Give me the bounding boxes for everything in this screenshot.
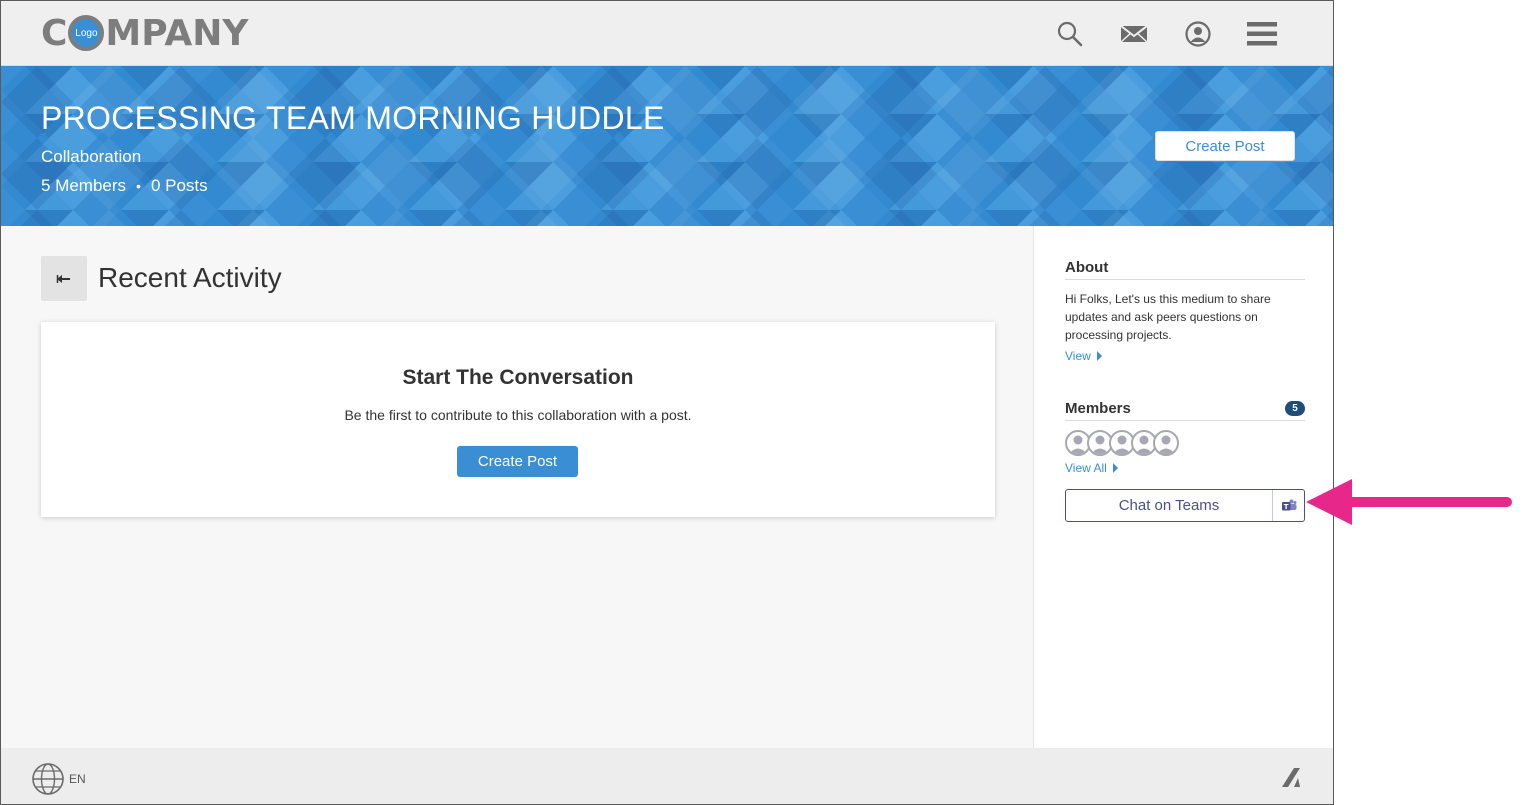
chat-on-teams-label: Chat on Teams [1066,490,1273,521]
empty-state-title: Start The Conversation [402,366,634,389]
back-arrow-icon [56,274,70,283]
collaboration-title: PROCESSING TEAM MORNING HUDDLE [41,100,665,136]
back-button[interactable] [41,256,87,301]
company-logo[interactable]: C Logo MPANY [41,12,249,54]
members-view-all-label: View All [1065,461,1107,475]
menu-icon[interactable] [1245,17,1279,51]
annotation-arrow [1306,479,1512,525]
posts-count-text: 0 Posts [150,176,208,195]
create-post-button[interactable]: Create Post [457,446,578,477]
about-section: About Hi Folks, Let's us this medium to … [1065,259,1305,363]
empty-state-card: Start The Conversation Be the first to c… [41,322,995,517]
logo-prefix: C [41,12,68,54]
header-icons [1053,17,1279,51]
members-heading-label: Members [1065,400,1131,417]
globe-icon [32,763,64,795]
section-title: Recent Activity [98,262,282,293]
members-section: Members 5 View All [1065,400,1305,475]
about-view-link[interactable]: View [1065,349,1305,363]
collaboration-stats: 5 Members • 0 Posts [41,176,208,196]
about-view-label: View [1065,349,1091,363]
banner-create-post-button[interactable]: Create Post [1155,131,1295,161]
mail-icon[interactable] [1117,17,1151,51]
banner-pattern [1,66,1333,226]
svg-text:T: T [1283,502,1288,510]
language-code: EN [69,772,86,786]
members-count-text: 5 Members [41,176,127,195]
caret-right-icon [1112,463,1118,473]
user-icon[interactable] [1181,17,1215,51]
members-view-all-link[interactable]: View All [1065,461,1305,475]
top-navigation-bar: C Logo MPANY [1,1,1333,66]
empty-state-text: Be the first to contribute to this colla… [344,407,692,423]
sidebar: About Hi Folks, Let's us this medium to … [1033,226,1333,748]
logo-badge: Logo [68,15,105,51]
about-text: Hi Folks, Let's us this medium to share … [1065,292,1271,342]
about-heading-label: About [1065,259,1109,276]
collaboration-banner: PROCESSING TEAM MORNING HUDDLE Collabora… [1,66,1333,226]
language-selector[interactable]: EN [31,762,86,796]
members-count-badge: 5 [1285,401,1305,416]
logo-suffix: MPANY [105,12,249,54]
member-avatars [1065,430,1305,456]
avatar[interactable] [1153,430,1179,456]
main-content: Recent Activity Start The Conversation B… [1,226,1033,748]
app-window: C Logo MPANY PROCESSING TEAM MORNING HUD… [0,0,1334,805]
teams-icon: T [1273,490,1304,521]
members-heading: Members 5 [1065,400,1305,421]
chat-on-teams-button[interactable]: Chat on Teams T [1065,489,1305,522]
stats-separator: • [136,178,141,194]
footer: EN [1,748,1333,804]
caret-right-icon [1096,351,1102,361]
search-icon[interactable] [1053,17,1087,51]
about-heading: About [1065,259,1305,280]
collaboration-type: Collaboration [41,147,142,166]
brand-mark-icon [1282,768,1300,787]
